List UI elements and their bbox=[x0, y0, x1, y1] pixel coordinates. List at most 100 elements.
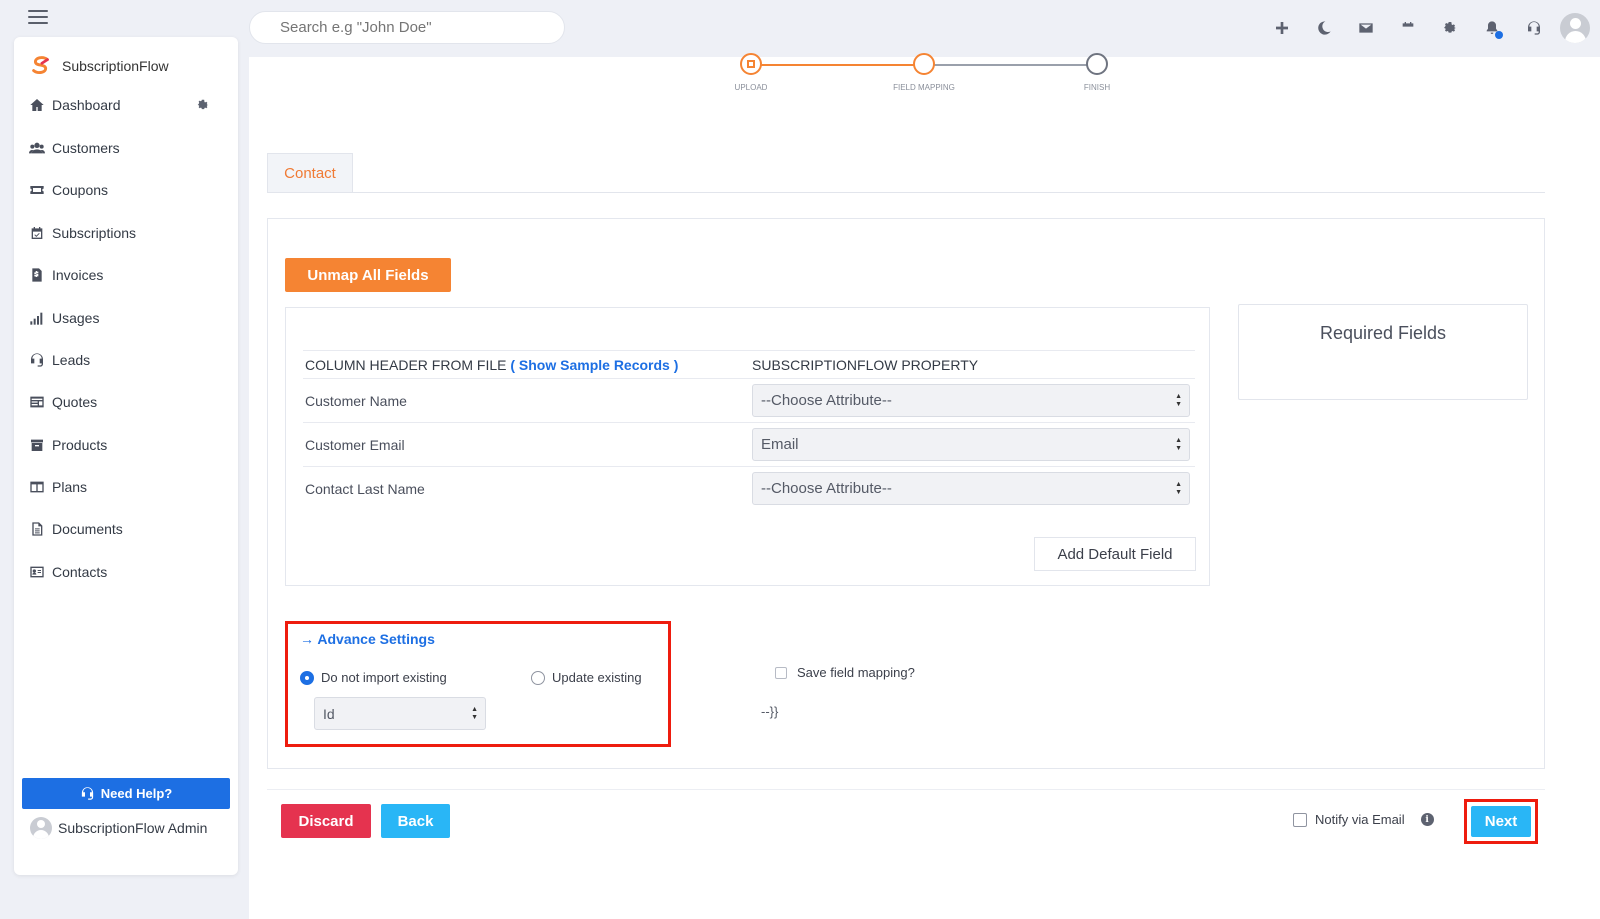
footer-divider bbox=[267, 789, 1545, 790]
sidebar-item-label: Coupons bbox=[52, 182, 109, 198]
table-row: Customer Email Email ▲ ▼ bbox=[303, 423, 1195, 467]
attribute-select[interactable]: Email ▲ ▼ bbox=[752, 428, 1190, 461]
sidebar-item-label: Customers bbox=[52, 140, 120, 156]
file-column-name: Contact Last Name bbox=[305, 481, 425, 497]
plans-icon bbox=[28, 478, 46, 496]
admin-name: SubscriptionFlow Admin bbox=[58, 820, 208, 836]
file-column-name: Customer Email bbox=[305, 437, 405, 453]
mail-icon[interactable] bbox=[1348, 10, 1384, 46]
brand-name: SubscriptionFlow bbox=[62, 58, 169, 74]
notify-checkbox[interactable] bbox=[1293, 812, 1307, 827]
headset-icon[interactable] bbox=[1516, 10, 1552, 46]
show-sample-records-link[interactable]: ( Show Sample Records ) bbox=[510, 357, 678, 373]
sidebar-item-label: Documents bbox=[52, 521, 123, 537]
notification-dot bbox=[1495, 31, 1503, 39]
radio-button-checked[interactable] bbox=[300, 670, 314, 685]
sidebar-item-label: Plans bbox=[52, 479, 88, 495]
column-header-file-label: COLUMN HEADER FROM FILE bbox=[305, 357, 507, 373]
sidebar-item-label: Contacts bbox=[52, 564, 108, 580]
sidebar-item-invoices[interactable]: Invoices bbox=[28, 260, 228, 290]
select-arrows-icon: ▲ ▼ bbox=[471, 706, 478, 721]
sidebar-item-quotes[interactable]: Quotes bbox=[28, 387, 228, 417]
sidebar-item-products[interactable]: Products bbox=[28, 430, 228, 460]
radio-do-not-import[interactable]: Do not import existing bbox=[300, 670, 447, 685]
step-upload-circle[interactable] bbox=[740, 53, 762, 75]
bell-icon[interactable] bbox=[1474, 10, 1510, 46]
radio-label: Do not import existing bbox=[321, 670, 447, 685]
avatar[interactable] bbox=[1560, 13, 1590, 43]
plus-icon[interactable] bbox=[1264, 10, 1300, 46]
sidebar-item-label: Usages bbox=[52, 310, 100, 326]
notify-label: Notify via Email bbox=[1315, 812, 1405, 827]
next-button[interactable]: Next bbox=[1471, 806, 1531, 837]
radio-update-existing[interactable]: Update existing bbox=[531, 670, 642, 685]
headset-icon bbox=[28, 351, 46, 369]
file-column-name: Customer Name bbox=[305, 393, 407, 409]
tab-contact[interactable]: Contact bbox=[267, 153, 353, 193]
sidebar-item-coupons[interactable]: Coupons bbox=[28, 175, 228, 205]
select-arrows-icon: ▲ ▼ bbox=[1175, 393, 1182, 408]
import-wizard: UPLOAD FIELD MAPPING FINISH Contact Unma… bbox=[249, 53, 1600, 919]
sidebar-item-subscriptions[interactable]: Subscriptions bbox=[28, 218, 228, 248]
sidebar: SubscriptionFlow Dashboard Customers Cou… bbox=[14, 37, 238, 875]
attribute-select[interactable]: --Choose Attribute-- ▲ ▼ bbox=[752, 472, 1190, 505]
sidebar-item-plans[interactable]: Plans bbox=[28, 472, 228, 502]
attribute-select-value: --Choose Attribute-- bbox=[761, 392, 892, 409]
step-finish-circle[interactable] bbox=[1086, 53, 1108, 75]
save-field-mapping-option[interactable]: Save field mapping? bbox=[775, 665, 915, 680]
notify-via-email-option[interactable]: Notify via Email i bbox=[1293, 812, 1434, 827]
step-field-mapping-circle[interactable] bbox=[913, 53, 935, 75]
sidebar-item-label: Leads bbox=[52, 352, 91, 368]
attribute-select[interactable]: --Choose Attribute-- ▲ ▼ bbox=[752, 384, 1190, 417]
column-header-property: SUBSCRIPTIONFLOW PROPERTY bbox=[752, 357, 979, 373]
required-fields-title: Required Fields bbox=[1319, 323, 1447, 343]
stepper-line-pending bbox=[924, 64, 1097, 66]
save-mapping-checkbox[interactable] bbox=[775, 666, 787, 679]
sidebar-item-usages[interactable]: Usages bbox=[28, 303, 228, 333]
moon-icon[interactable] bbox=[1306, 10, 1342, 46]
signal-icon bbox=[28, 309, 46, 327]
sidebar-item-dashboard[interactable]: Dashboard bbox=[28, 90, 228, 120]
sidebar-item-label: Products bbox=[52, 437, 108, 453]
table-row: Customer Name --Choose Attribute-- ▲ ▼ bbox=[303, 379, 1195, 423]
calendar-icon[interactable] bbox=[1390, 10, 1426, 46]
select-arrows-icon: ▲ ▼ bbox=[1175, 437, 1182, 452]
need-help-button[interactable]: Need Help? bbox=[22, 778, 230, 809]
match-key-select[interactable]: Id ▲ ▼ bbox=[314, 697, 486, 730]
unmap-all-fields-button[interactable]: Unmap All Fields bbox=[285, 258, 451, 292]
search-input[interactable] bbox=[249, 11, 565, 44]
hamburger-menu-icon[interactable] bbox=[28, 10, 48, 26]
gear-icon[interactable] bbox=[1432, 10, 1468, 46]
next-button-highlight: Next bbox=[1464, 799, 1538, 844]
sidebar-item-label: Subscriptions bbox=[52, 225, 137, 241]
mapping-table: COLUMN HEADER FROM FILE ( Show Sample Re… bbox=[285, 307, 1210, 586]
radio-button[interactable] bbox=[531, 670, 545, 685]
brand[interactable]: SubscriptionFlow bbox=[30, 55, 169, 77]
save-mapping-label: Save field mapping? bbox=[797, 665, 915, 680]
info-icon[interactable]: i bbox=[1420, 813, 1434, 826]
discard-button[interactable]: Discard bbox=[281, 804, 371, 838]
document-icon bbox=[28, 520, 46, 538]
table-row: Contact Last Name --Choose Attribute-- ▲… bbox=[303, 467, 1195, 511]
sidebar-item-label: Invoices bbox=[52, 267, 104, 283]
mapping-table-header: COLUMN HEADER FROM FILE ( Show Sample Re… bbox=[303, 350, 1195, 379]
sidebar-item-contacts[interactable]: Contacts bbox=[28, 557, 228, 587]
admin-profile[interactable]: SubscriptionFlow Admin bbox=[30, 817, 207, 839]
sidebar-item-leads[interactable]: Leads bbox=[28, 345, 228, 375]
sidebar-item-customers[interactable]: Customers bbox=[28, 133, 228, 163]
avatar bbox=[30, 817, 52, 839]
advance-settings-link[interactable]: → Advance Settings bbox=[300, 631, 435, 647]
headset-icon bbox=[81, 787, 93, 800]
step-label-finish: FINISH bbox=[1083, 83, 1111, 92]
add-default-field-button[interactable]: Add Default Field bbox=[1034, 537, 1196, 571]
ticket-icon bbox=[28, 181, 46, 199]
required-fields-panel: Required Fields bbox=[1238, 304, 1528, 400]
need-help-label: Need Help? bbox=[100, 786, 173, 801]
field-mapping-panel: Unmap All Fields COLUMN HEADER FROM FILE… bbox=[267, 218, 1545, 769]
back-button[interactable]: Back bbox=[381, 804, 450, 838]
topbar-actions bbox=[1258, 10, 1590, 46]
users-icon bbox=[28, 139, 46, 157]
attribute-select-value: Email bbox=[761, 436, 799, 453]
sidebar-item-documents[interactable]: Documents bbox=[28, 514, 228, 544]
attribute-select-value: --Choose Attribute-- bbox=[761, 480, 892, 497]
